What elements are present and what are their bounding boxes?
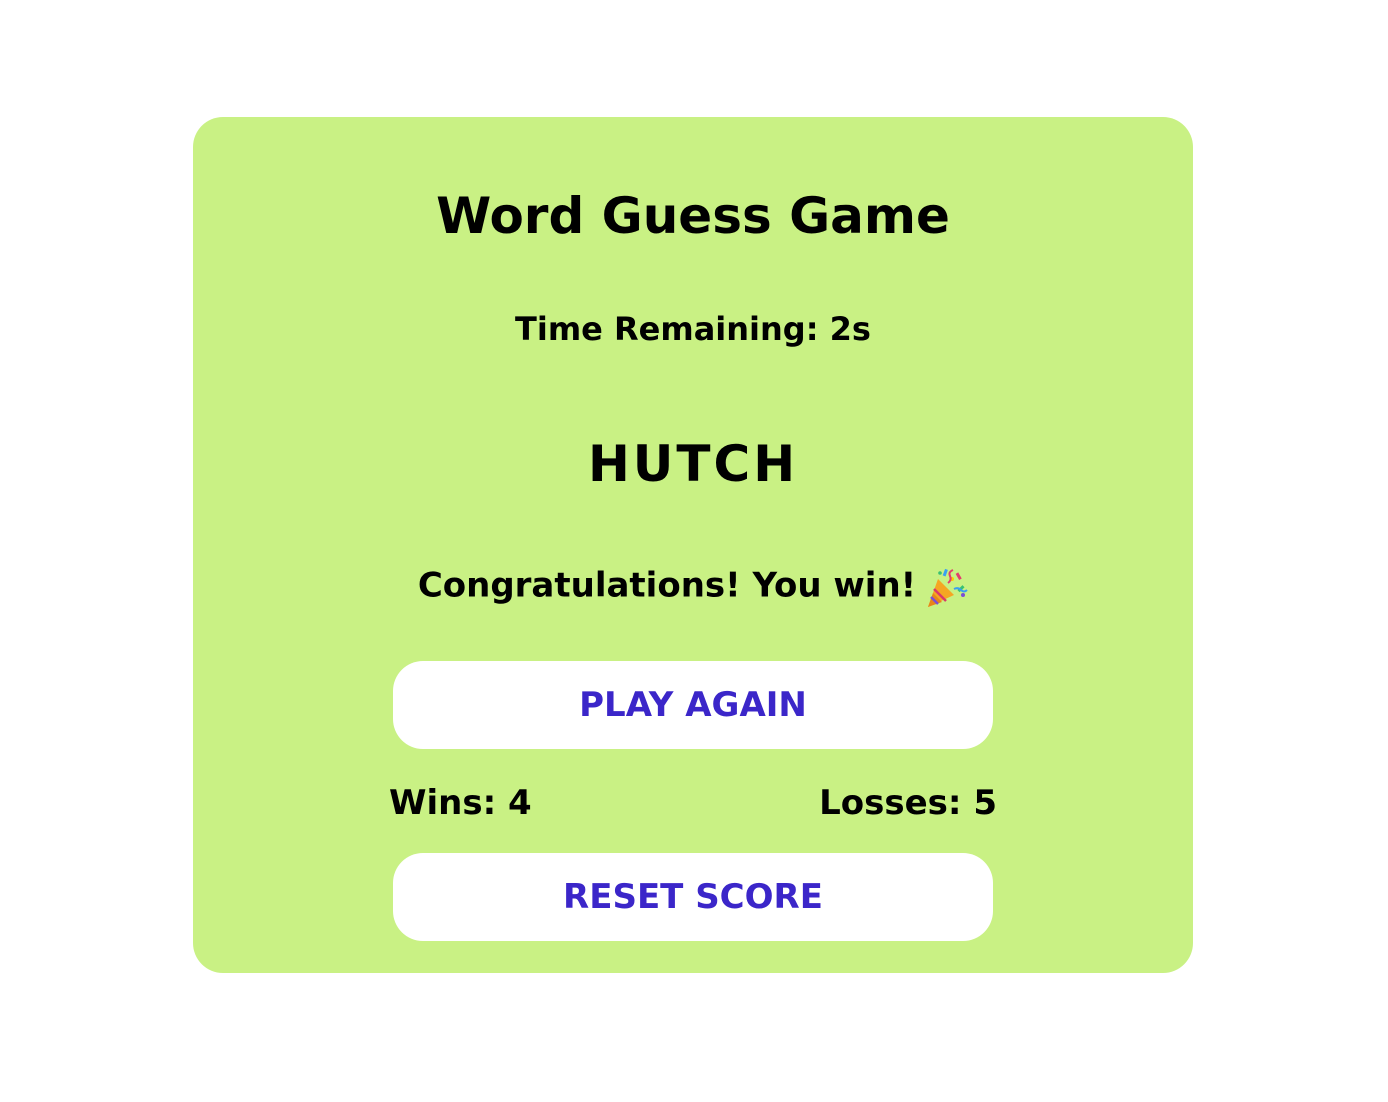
play-again-button[interactable]: PLAY AGAIN <box>393 661 993 749</box>
result-message: Congratulations! You win! <box>193 565 1193 609</box>
losses-count: Losses: 5 <box>819 783 997 823</box>
reset-score-button[interactable]: RESET SCORE <box>393 853 993 941</box>
wins-count: Wins: 4 <box>389 783 532 823</box>
game-card: Word Guess Game Time Remaining: 2s HUTCH… <box>193 117 1193 973</box>
party-popper-icon <box>928 568 968 607</box>
game-title: Word Guess Game <box>436 187 950 245</box>
score-board: Wins: 4 Losses: 5 <box>389 783 997 823</box>
revealed-word: HUTCH <box>587 435 799 493</box>
result-message-text: Congratulations! You win! <box>417 565 917 606</box>
time-remaining: Time Remaining: 2s <box>515 310 871 348</box>
